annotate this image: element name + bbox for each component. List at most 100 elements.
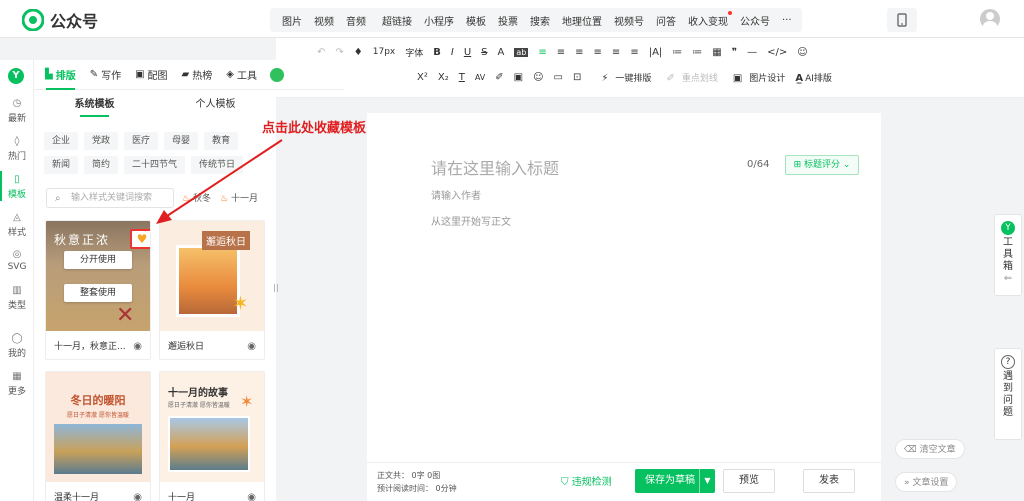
quote-icon[interactable]: ❞ <box>732 47 737 58</box>
menu-image[interactable]: 图片 <box>276 13 308 28</box>
subtab-personal-templates[interactable]: 个人模板 <box>155 90 276 120</box>
font-size-select[interactable]: 17px <box>373 47 396 57</box>
category-chip[interactable]: 企业 <box>44 132 79 150</box>
menu-vote[interactable]: 投票 <box>492 13 524 28</box>
redo-icon[interactable]: ↷ <box>335 47 343 58</box>
menu-miniprogram[interactable]: 小程序 <box>418 13 460 28</box>
menu-video[interactable]: 视频 <box>308 13 340 28</box>
sidebar-item-more[interactable]: ▦ 更多 <box>0 371 34 397</box>
sidebar-item-latest[interactable]: ◷ 最新 <box>0 98 34 124</box>
menu-qa[interactable]: 问答 <box>650 13 682 28</box>
chevron-down-icon[interactable]: ▼ <box>699 469 715 493</box>
menu-location[interactable]: 地理位置 <box>556 13 608 28</box>
align-left-icon[interactable]: ≡ <box>538 47 546 58</box>
indent-icon[interactable]: ≡ <box>630 47 638 58</box>
format-painter-icon[interactable]: ♦ <box>354 47 363 58</box>
subtab-system-templates[interactable]: 系统模板 <box>34 90 155 120</box>
menu-more[interactable]: ··· <box>776 15 798 26</box>
menu-channels[interactable]: 视频号 <box>608 13 650 28</box>
menu-template[interactable]: 模板 <box>460 13 492 28</box>
category-chip[interactable]: 简约 <box>84 156 119 174</box>
bold-icon[interactable]: B <box>433 47 441 58</box>
tab-writing[interactable]: ✎ 写作 <box>83 60 128 90</box>
bullet-list-icon[interactable]: ≔ <box>672 47 682 58</box>
menu-link[interactable]: 超链接 <box>376 13 418 28</box>
eye-icon[interactable]: ◉ <box>247 492 256 501</box>
clear-article-button[interactable]: ⌫ 清空文章 <box>895 439 965 459</box>
image-design-button[interactable]: ▣ 图片设计 <box>728 71 785 84</box>
template-card[interactable]: 十一月的故事 愿日子清澈 愿你皆温暖 ✶ 十一月 ◉ <box>159 371 265 501</box>
table-icon[interactable]: ▦ <box>712 47 721 58</box>
title-score-button[interactable]: ⊞ 标题评分 ⌄ <box>785 155 859 175</box>
justify-icon[interactable]: ≡ <box>594 47 602 58</box>
phone-preview-button[interactable] <box>887 8 917 32</box>
image-insert-icon[interactable]: ▣ <box>514 72 523 83</box>
sidebar-item-hot[interactable]: ◊ 热门 <box>0 136 34 162</box>
toolbox-panel[interactable]: Y 工具箱 ⇐ <box>994 214 1022 296</box>
code-icon[interactable]: </> <box>767 47 787 58</box>
help-panel[interactable]: ? 遇到问题 <box>994 348 1022 440</box>
category-chip[interactable]: 党政 <box>84 132 119 150</box>
widget-icon[interactable]: ⊡ <box>573 72 581 83</box>
tab-image[interactable]: ▣ 配图 <box>128 60 174 90</box>
template-card[interactable]: 邂逅秋日 ✶ 邂逅秋日 ◉ <box>159 220 265 360</box>
eye-icon[interactable]: ◉ <box>247 341 256 352</box>
menu-audio[interactable]: 音频 <box>340 13 372 28</box>
underline-icon[interactable]: U <box>464 47 471 58</box>
eye-icon[interactable]: ◉ <box>133 492 142 501</box>
numbered-list-icon[interactable]: ≔ <box>692 47 702 58</box>
highlight-underline-button[interactable]: ✐ 重点划线 <box>661 71 717 84</box>
text-style-icon[interactable]: T <box>459 72 465 83</box>
favorite-heart-icon[interactable]: ♥ <box>130 229 150 249</box>
template-card[interactable]: 冬日的暖阳 愿日子清澈 愿你皆温暖 温柔十一月 ◉ <box>45 371 151 501</box>
tab-layout[interactable]: ▙ 排版 <box>38 60 83 90</box>
sidebar-item-type[interactable]: ▥ 类型 <box>0 285 34 311</box>
letter-spacing-icon[interactable]: |A| <box>649 47 663 58</box>
html-icon[interactable]: ▭ <box>554 72 563 83</box>
body-input[interactable]: 从这里开始写正文 <box>431 213 511 228</box>
title-input[interactable]: 请在这里输入标题 <box>431 155 559 179</box>
tab-tools[interactable]: ◈ 工具 <box>219 60 264 90</box>
status-toggle[interactable] <box>269 67 284 82</box>
publish-button[interactable]: 发表 <box>803 469 855 493</box>
preview-button[interactable]: 预览 <box>723 469 775 493</box>
article-settings-button[interactable]: » 文章设置 <box>895 472 958 492</box>
menu-account[interactable]: 公众号 <box>734 13 776 28</box>
logo[interactable]: 公众号 <box>22 8 98 32</box>
line-height-icon[interactable]: ≡ <box>612 47 620 58</box>
use-separately-button[interactable]: 分开使用 <box>64 251 132 269</box>
align-center-icon[interactable]: ≡ <box>557 47 565 58</box>
menu-search[interactable]: 搜索 <box>524 13 556 28</box>
subscript-icon[interactable]: X₂ <box>438 72 449 83</box>
font-color-icon[interactable]: A <box>498 47 505 58</box>
eye-icon[interactable]: ◉ <box>133 341 142 352</box>
undo-icon[interactable]: ↶ <box>317 47 325 58</box>
background-color-icon[interactable]: ab <box>514 47 529 57</box>
sidebar-item-mine[interactable]: ◯ 我的 <box>0 333 34 359</box>
align-right-icon[interactable]: ≡ <box>575 47 583 58</box>
author-input[interactable]: 请输入作者 <box>431 187 481 202</box>
sticker-icon[interactable]: ☺ <box>533 72 543 83</box>
template-card[interactable]: 秋意正浓 ✕ 分开使用 整套使用 ♥ 十一月，秋意正... ◉ <box>45 220 151 360</box>
pen-icon[interactable]: ✐ <box>495 72 503 83</box>
category-chip[interactable]: 新闻 <box>44 156 79 174</box>
sidebar-item-template[interactable]: ▯ 模板 <box>0 174 34 200</box>
ai-layout-button[interactable]: A̲ AI排版 <box>795 71 832 84</box>
sidebar-item-svg[interactable]: ◎ SVG <box>0 249 34 272</box>
divider-icon[interactable]: — <box>747 47 757 58</box>
char-spacing-icon[interactable]: AV <box>475 73 485 82</box>
superscript-icon[interactable]: X² <box>417 72 428 83</box>
strikethrough-icon[interactable]: S <box>481 47 487 58</box>
tab-trending[interactable]: ▰ 热榜 <box>175 60 220 90</box>
use-full-set-button[interactable]: 整套使用 <box>64 284 132 302</box>
emoji-icon[interactable]: ☺ <box>797 47 807 58</box>
compliance-check-button[interactable]: ⛉ 违规检测 <box>561 473 612 488</box>
app-badge-icon[interactable]: Y <box>8 68 24 84</box>
save-draft-button[interactable]: 保存为草稿 ▼ <box>635 469 715 493</box>
menu-monetize[interactable]: 收入变现 <box>682 10 734 28</box>
italic-icon[interactable]: I <box>451 47 454 58</box>
sidebar-item-style[interactable]: ◬ 样式 <box>0 212 34 238</box>
one-click-layout-button[interactable]: ⚡ 一键排版 <box>596 71 651 84</box>
font-family-select[interactable]: 字体 <box>405 46 423 59</box>
avatar[interactable] <box>980 9 1000 29</box>
